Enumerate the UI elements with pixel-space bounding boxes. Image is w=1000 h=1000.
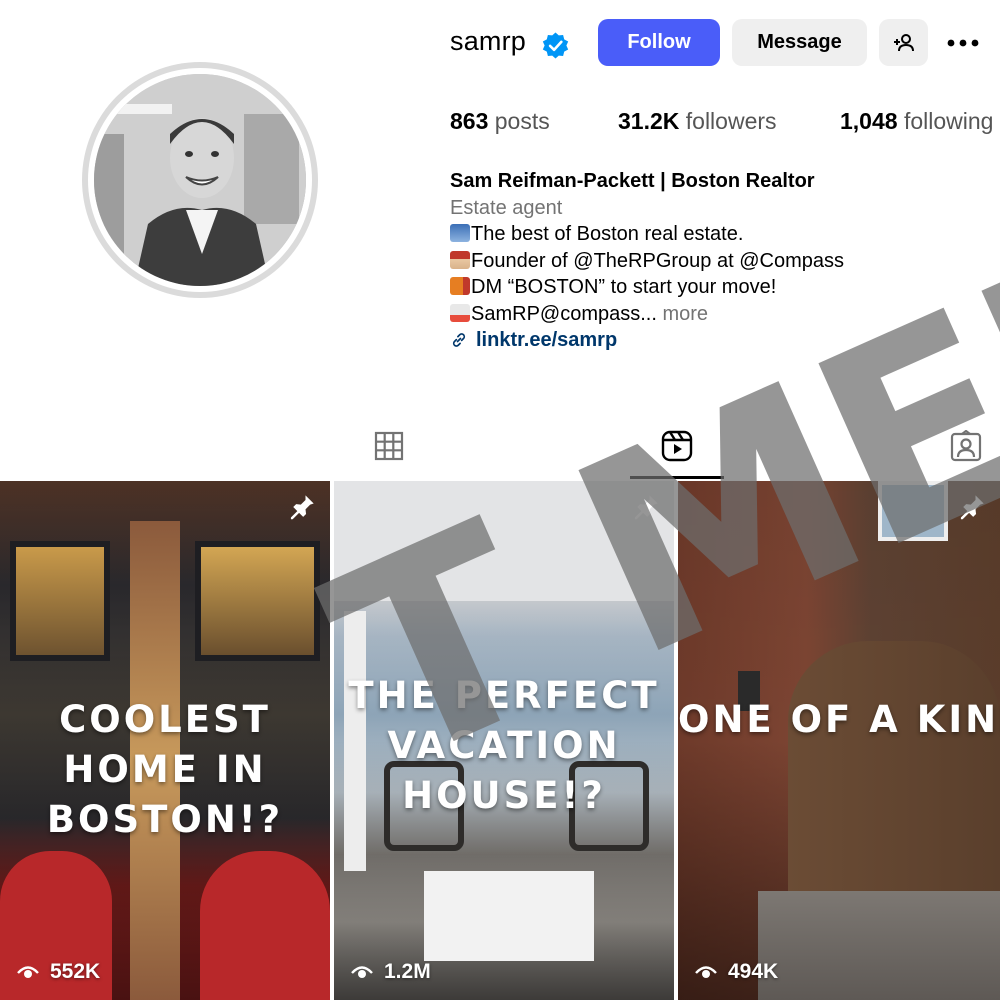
pin-icon [960,495,984,520]
cityscape-emoji-icon [450,224,470,242]
reel-thumbnail[interactable]: Coolest home in Boston!? 552K [0,481,330,1000]
bio-more-link[interactable]: more [662,303,708,325]
bio-line-text: SamRP@compass... [471,302,657,325]
avatar-frame [88,68,312,292]
steps-shape [758,891,1000,1000]
bio-line: The best of Boston real estate. [450,221,980,248]
play-count-icon [17,966,39,978]
verified-badge-icon [542,32,569,59]
bio-line-text: The best of Boston real estate. [471,223,744,245]
followers-count-label: followers [685,108,777,134]
bio-link-text: linktr.ee/samrp [476,329,618,351]
bio-full-name: Sam Reifman-Packett | Boston Realtor [450,170,815,192]
suggest-users-button[interactable] [879,19,928,66]
following-count-value: 1,048 [840,108,898,134]
reel-title: One of a kind Boston loft [678,698,1000,741]
avatar-photo [94,74,306,286]
ceiling-shape [334,481,674,601]
pin-icon [290,495,314,520]
bio-line: SamRP@compass... more [450,301,980,328]
bio-category: Estate agent [450,196,563,219]
houses-emoji-icon [450,250,470,269]
tab-reels-icon[interactable] [661,430,693,462]
reel-view-count: 494K [694,960,778,984]
reel-view-count: 1.2M [350,960,431,984]
window-shape [878,481,948,541]
link-icon [452,333,466,348]
more-options-button[interactable] [942,26,984,60]
bio-line-text: DM “BOSTON” to start your move! [471,276,777,298]
window-shape [195,541,320,661]
table-shape [424,871,594,961]
window-shape [10,541,110,661]
reel-view-count-value: 1.2M [384,960,431,983]
posts-count: 863 posts [450,108,550,135]
username: samrp [450,26,527,56]
reel-view-count-value: 552K [50,960,101,983]
tab-posts-grid-icon[interactable] [373,430,405,462]
message-button[interactable]: Message [732,19,867,66]
tab-tagged-icon[interactable] [950,430,982,462]
moving-truck-emoji-icon [450,277,470,295]
barn-door-shape [788,641,1000,911]
bio-line-text: Founder of @TheRPGroup at @Compass [471,249,844,272]
reel-title: The perfect vacation house!? [348,674,660,817]
posts-count-value: 863 [450,108,489,134]
reel-thumbnail[interactable]: The perfect vacation house!? 1.2M [334,481,674,1000]
envelope-emoji-icon [450,303,470,322]
following-link[interactable]: 1,048 following [840,108,993,135]
followers-link[interactable]: 31.2K followers [618,108,777,135]
more-options-icon [947,39,979,47]
play-count-icon [351,966,373,978]
bio: Sam Reifman-Packett | Boston Realtor Est… [450,168,980,354]
avatar-ring[interactable] [82,62,318,298]
active-tab-indicator [630,476,724,479]
posts-count-label: posts [494,108,550,134]
bio-line: DM “BOSTON” to start your move! [450,274,980,301]
reel-view-count-value: 494K [728,960,779,983]
follow-button[interactable]: Follow [598,19,720,66]
add-user-icon [893,33,914,51]
play-count-icon [695,966,717,978]
reel-view-count: 552K [16,960,100,984]
followers-count-value: 31.2K [618,108,680,134]
garage-door-shape [200,851,330,1000]
avatar[interactable] [94,74,306,286]
bio-line: Founder of @TheRPGroup at @Compass [450,248,980,275]
pin-icon [634,495,658,520]
reel-title: Coolest home in Boston!? [46,698,284,841]
bio-external-link[interactable]: linktr.ee/samrp [450,327,980,354]
following-count-label: following [903,108,994,134]
reel-thumbnail[interactable]: One of a kind Boston loft 494K [678,481,1000,1000]
